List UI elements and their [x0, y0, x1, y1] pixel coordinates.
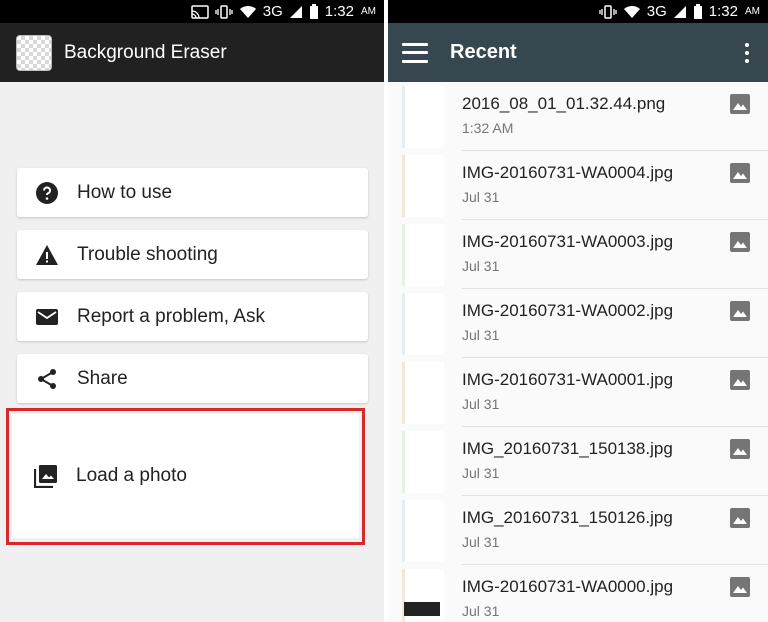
file-thumbnail [402, 224, 444, 286]
menu-item-label: Report a problem, Ask [77, 305, 265, 327]
file-name: IMG_20160731_150126.jpg [462, 508, 673, 527]
file-thumbnail [402, 293, 444, 355]
file-row[interactable]: IMG-20160731-WA0004.jpg Jul 31 [388, 151, 768, 220]
file-thumbnail [402, 86, 444, 148]
clock-ampm: AM [745, 6, 760, 17]
file-row[interactable]: IMG-20160731-WA0000.jpg Jul 31 [388, 565, 768, 622]
menu-item-trouble-shooting[interactable]: Trouble shooting [17, 230, 368, 279]
file-name: IMG-20160731-WA0001.jpg [462, 370, 674, 389]
file-row[interactable]: IMG_20160731_150138.jpg Jul 31 [388, 427, 768, 496]
app-title: Background Eraser [64, 41, 227, 63]
battery-icon [693, 4, 702, 19]
wifi-icon [239, 5, 256, 18]
image-icon [730, 301, 750, 321]
warning-icon [35, 243, 59, 267]
file-thumbnail [404, 602, 440, 616]
file-name: IMG-20160731-WA0000.jpg [462, 577, 674, 596]
file-name: IMG-20160731-WA0003.jpg [462, 232, 674, 251]
file-date: Jul 31 [462, 396, 500, 412]
image-icon [730, 232, 750, 252]
help-circle-icon [35, 181, 59, 205]
wifi-icon [623, 5, 640, 18]
file-name: IMG-20160731-WA0002.jpg [462, 301, 674, 320]
image-icon [730, 163, 750, 183]
file-thumbnail [402, 155, 444, 217]
clock: 1:32 [324, 3, 354, 20]
file-thumbnail [402, 362, 444, 424]
file-name: IMG-20160731-WA0004.jpg [462, 163, 674, 182]
signal-icon [289, 5, 302, 18]
clock: 1:32 [708, 3, 738, 20]
file-date: Jul 31 [462, 327, 500, 343]
menu-item-label: How to use [77, 181, 173, 203]
more-options-icon[interactable] [744, 43, 750, 63]
image-icon [730, 508, 750, 528]
status-bar: 3G 1:32 AM [0, 0, 384, 23]
image-icon [730, 94, 750, 114]
file-row[interactable]: IMG-20160731-WA0002.jpg Jul 31 [388, 289, 768, 358]
image-icon [730, 370, 750, 390]
menu-item-label: Trouble shooting [77, 243, 218, 265]
background-eraser-screen: 3G 1:32 AM Background Eraser How to use T… [0, 0, 384, 622]
battery-icon [309, 4, 318, 19]
file-date: Jul 31 [462, 603, 500, 619]
share-icon [35, 367, 59, 391]
file-row[interactable]: IMG-20160731-WA0001.jpg Jul 31 [388, 358, 768, 427]
menu-item-label: Share [77, 367, 128, 389]
hamburger-menu-icon[interactable] [402, 42, 428, 63]
file-row[interactable]: IMG-20160731-WA0003.jpg Jul 31 [388, 220, 768, 289]
menu-item-how-to-use[interactable]: How to use [17, 168, 368, 217]
file-thumbnail [402, 500, 444, 562]
recent-files-screen: 3G 1:32 AM Recent 2016_08_01_01.32.44.png… [388, 0, 768, 622]
vibrate-icon [215, 4, 233, 19]
vibrate-icon [599, 4, 617, 19]
file-date: Jul 31 [462, 465, 500, 481]
signal-icon [673, 5, 686, 18]
page-title: Recent [450, 41, 517, 63]
image-icon [730, 439, 750, 459]
network-type: 3G [262, 3, 283, 20]
clock-ampm: AM [361, 6, 376, 17]
image-icon [730, 577, 750, 597]
app-bar: Background Eraser [0, 23, 384, 82]
file-date: Jul 31 [462, 189, 500, 205]
file-row[interactable]: 2016_08_01_01.32.44.png 1:32 AM [388, 82, 768, 151]
app-bar: Recent [388, 23, 768, 82]
email-icon [35, 305, 59, 329]
file-row[interactable]: IMG_20160731_150126.jpg Jul 31 [388, 496, 768, 565]
file-date: Jul 31 [462, 534, 500, 550]
file-date: 1:32 AM [462, 120, 514, 136]
cast-icon [191, 4, 209, 19]
app-logo-icon [16, 34, 52, 71]
menu-item-share[interactable]: Share [17, 354, 368, 403]
network-type: 3G [646, 3, 667, 20]
file-name: IMG_20160731_150138.jpg [462, 439, 673, 458]
menu-item-report-problem[interactable]: Report a problem, Ask [17, 292, 368, 341]
status-bar: 3G 1:32 AM [388, 0, 768, 23]
file-thumbnail [402, 431, 444, 493]
file-date: Jul 31 [462, 258, 500, 274]
highlight-frame [6, 408, 365, 545]
file-list: 2016_08_01_01.32.44.png 1:32 AM IMG-2016… [388, 82, 768, 622]
file-name: 2016_08_01_01.32.44.png [462, 94, 666, 113]
